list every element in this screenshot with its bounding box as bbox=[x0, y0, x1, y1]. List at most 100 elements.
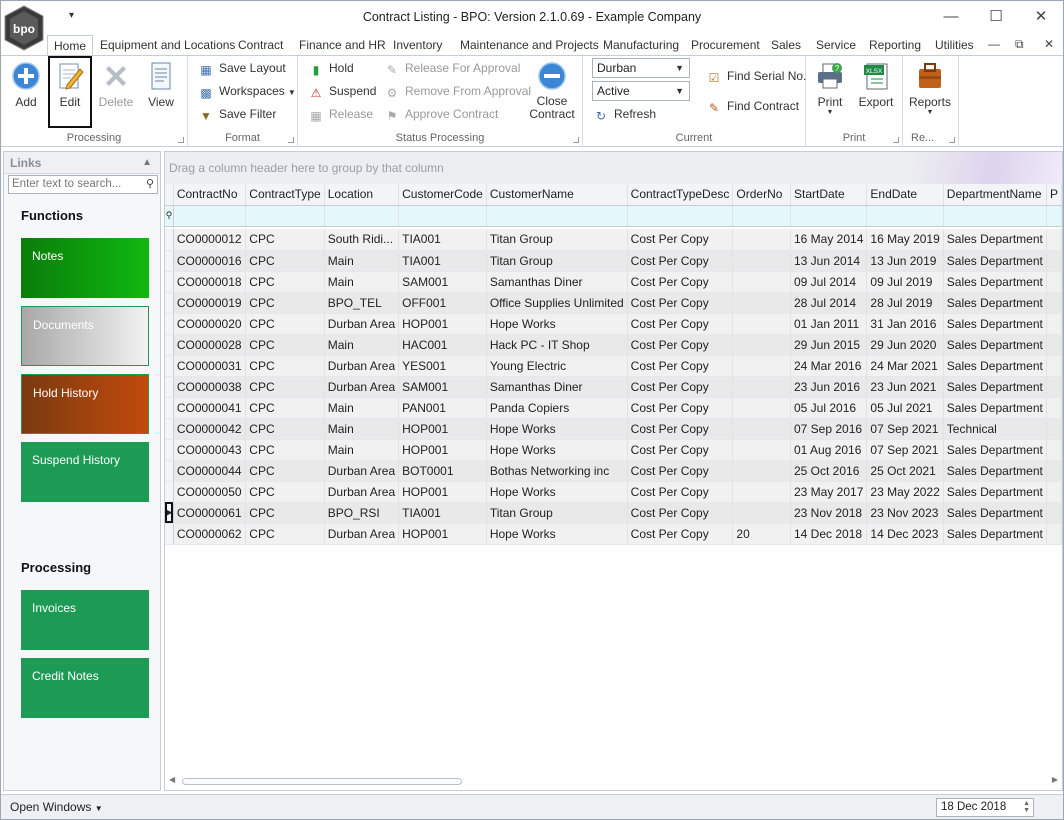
table-cell[interactable]: Main bbox=[324, 271, 400, 293]
table-cell[interactable]: Panda Copiers bbox=[486, 397, 628, 419]
table-cell[interactable]: Sales Department bbox=[943, 460, 1047, 482]
table-cell[interactable]: Samanthas Diner bbox=[486, 271, 628, 293]
table-cell[interactable]: OFF001 bbox=[398, 292, 487, 314]
table-cell[interactable]: Cost Per Copy bbox=[627, 439, 734, 461]
table-cell[interactable] bbox=[1046, 229, 1063, 251]
table-cell[interactable] bbox=[732, 334, 791, 356]
table-cell[interactable] bbox=[732, 439, 791, 461]
table-row[interactable]: CO0000062 CPC Durban Area HOP001 Hope Works C… bbox=[165, 523, 1063, 545]
table-cell[interactable]: 13 Jun 2019 bbox=[866, 250, 944, 272]
spin-icon[interactable]: ▲ ▼ bbox=[1023, 800, 1030, 814]
print-button[interactable]: ? Print ▼ bbox=[808, 58, 852, 120]
table-cell[interactable]: 09 Jul 2014 bbox=[790, 271, 868, 293]
scroll-left-icon[interactable]: ◀ bbox=[169, 775, 175, 784]
table-cell[interactable]: Sales Department bbox=[943, 397, 1047, 419]
column-header[interactable]: P bbox=[1046, 184, 1063, 206]
table-cell[interactable]: Sales Department bbox=[943, 376, 1047, 398]
table-cell[interactable]: 23 Jun 2016 bbox=[790, 376, 868, 398]
export-button[interactable]: XLSX Export bbox=[854, 58, 898, 120]
row-indicator[interactable] bbox=[165, 460, 174, 482]
table-cell[interactable]: CPC bbox=[245, 292, 325, 314]
table-cell[interactable] bbox=[732, 250, 791, 272]
table-cell[interactable]: Durban Area bbox=[324, 355, 400, 377]
table-row[interactable]: CO0000012 CPC South Ridi... TIA001 Titan Gro… bbox=[165, 229, 1063, 251]
location-select[interactable]: Durban ▼ bbox=[592, 58, 690, 78]
table-cell[interactable]: CPC bbox=[245, 481, 325, 503]
scroll-right-icon[interactable]: ▶ bbox=[1052, 775, 1058, 784]
tab-sales[interactable]: Sales bbox=[771, 35, 801, 55]
table-cell[interactable]: 23 Nov 2018 bbox=[790, 502, 868, 524]
table-cell[interactable]: Samanthas Diner bbox=[486, 376, 628, 398]
table-cell[interactable]: Hope Works bbox=[486, 313, 628, 335]
table-cell[interactable]: 23 May 2017 bbox=[790, 481, 868, 503]
table-cell[interactable] bbox=[1046, 355, 1063, 377]
row-indicator[interactable] bbox=[165, 481, 174, 503]
table-cell[interactable]: CO0000042 bbox=[173, 418, 247, 440]
table-cell[interactable]: Office Supplies Unlimited bbox=[486, 292, 628, 314]
filter-icon[interactable]: ⚲ bbox=[165, 205, 174, 227]
table-cell[interactable]: Cost Per Copy bbox=[627, 460, 734, 482]
workspaces-button[interactable]: ▩ Workspaces ▼ bbox=[198, 82, 295, 100]
column-header[interactable]: ContractTypeDesc bbox=[627, 184, 734, 206]
table-cell[interactable]: BPO_RSI bbox=[324, 502, 400, 524]
table-cell[interactable]: Durban Area bbox=[324, 481, 400, 503]
table-cell[interactable]: Durban Area bbox=[324, 313, 400, 335]
filter-cell[interactable] bbox=[732, 205, 791, 227]
tile-hold-history[interactable]: Hold History bbox=[21, 374, 149, 434]
dialog-launcher-icon[interactable] bbox=[893, 137, 899, 143]
table-cell[interactable]: South Ridi... bbox=[324, 229, 400, 251]
table-cell[interactable]: Cost Per Copy bbox=[627, 376, 734, 398]
table-cell[interactable] bbox=[1046, 334, 1063, 356]
table-cell[interactable]: CO0000043 bbox=[173, 439, 247, 461]
table-cell[interactable]: Titan Group bbox=[486, 502, 628, 524]
mdi-restore-button[interactable]: ⧉ bbox=[1015, 37, 1024, 52]
table-cell[interactable]: Sales Department bbox=[943, 523, 1047, 545]
row-indicator[interactable] bbox=[165, 292, 174, 314]
table-cell[interactable]: BOT0001 bbox=[398, 460, 487, 482]
table-cell[interactable]: 23 Nov 2023 bbox=[866, 502, 944, 524]
table-cell[interactable]: Hope Works bbox=[486, 418, 628, 440]
table-cell[interactable] bbox=[732, 271, 791, 293]
dialog-launcher-icon[interactable] bbox=[178, 137, 184, 143]
tab-contract[interactable]: Contract bbox=[238, 35, 283, 55]
table-cell[interactable]: Main bbox=[324, 418, 400, 440]
table-cell[interactable] bbox=[732, 502, 791, 524]
table-cell[interactable]: 07 Sep 2016 bbox=[790, 418, 868, 440]
table-cell[interactable]: HOP001 bbox=[398, 481, 487, 503]
table-cell[interactable]: CPC bbox=[245, 376, 325, 398]
close-button[interactable]: ✕ bbox=[1026, 5, 1056, 29]
table-cell[interactable] bbox=[732, 292, 791, 314]
horizontal-scrollbar[interactable]: ◀ ▶ bbox=[165, 774, 1062, 788]
column-header[interactable]: OrderNo bbox=[732, 184, 791, 206]
table-cell[interactable]: HOP001 bbox=[398, 313, 487, 335]
table-cell[interactable]: Durban Area bbox=[324, 376, 400, 398]
table-cell[interactable]: 14 Dec 2023 bbox=[866, 523, 944, 545]
table-cell[interactable]: 20 bbox=[732, 523, 791, 545]
table-cell[interactable] bbox=[1046, 271, 1063, 293]
column-header[interactable]: EndDate bbox=[866, 184, 944, 206]
status-select[interactable]: Active ▼ bbox=[592, 81, 690, 101]
table-row[interactable]: CO0000020 CPC Durban Area HOP001 Hope Works C… bbox=[165, 313, 1063, 335]
tile-suspend-history[interactable]: Suspend History bbox=[21, 442, 149, 502]
table-cell[interactable]: Cost Per Copy bbox=[627, 418, 734, 440]
table-cell[interactable] bbox=[1046, 481, 1063, 503]
table-cell[interactable]: CPC bbox=[245, 502, 325, 524]
table-cell[interactable]: Titan Group bbox=[486, 250, 628, 272]
dialog-launcher-icon[interactable] bbox=[949, 137, 955, 143]
delete-button[interactable]: Delete bbox=[94, 58, 138, 120]
table-cell[interactable] bbox=[732, 481, 791, 503]
maximize-button[interactable]: ☐ bbox=[981, 5, 1011, 29]
table-row[interactable]: ▶ CO0000061 CPC BPO_RSI TIA001 Titan Group Cos… bbox=[165, 502, 1063, 524]
table-cell[interactable]: Cost Per Copy bbox=[627, 355, 734, 377]
table-cell[interactable] bbox=[732, 397, 791, 419]
table-row[interactable]: CO0000016 CPC Main TIA001 Titan Group Cost Pe… bbox=[165, 250, 1063, 272]
table-cell[interactable]: 07 Sep 2021 bbox=[866, 439, 944, 461]
date-picker[interactable]: 18 Dec 2018 ▲ ▼ bbox=[936, 798, 1034, 817]
table-cell[interactable]: 13 Jun 2014 bbox=[790, 250, 868, 272]
table-cell[interactable] bbox=[1046, 523, 1063, 545]
table-cell[interactable]: CO0000062 bbox=[173, 523, 247, 545]
table-cell[interactable]: CO0000050 bbox=[173, 481, 247, 503]
table-cell[interactable]: CO0000041 bbox=[173, 397, 247, 419]
table-cell[interactable]: Hope Works bbox=[486, 439, 628, 461]
row-indicator[interactable] bbox=[165, 250, 174, 272]
